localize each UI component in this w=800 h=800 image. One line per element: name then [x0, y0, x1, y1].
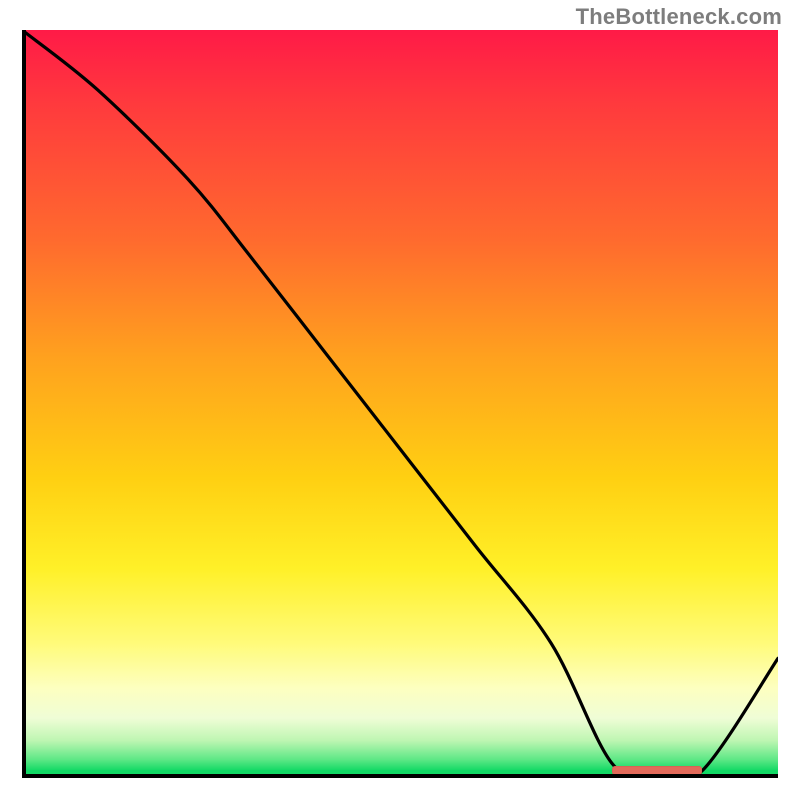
optimal-range-marker [612, 766, 703, 775]
watermark-text: TheBottleneck.com [576, 4, 782, 30]
plot-area [22, 30, 778, 778]
bottleneck-curve [22, 30, 778, 778]
chart-container: TheBottleneck.com [0, 0, 800, 800]
